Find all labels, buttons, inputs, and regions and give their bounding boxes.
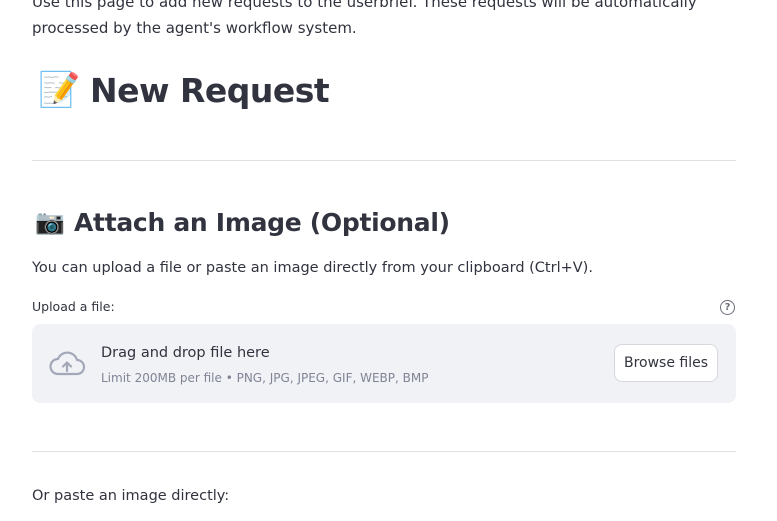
attach-image-heading: 📷 Attach an Image (Optional) (34, 203, 450, 241)
section-divider (32, 451, 736, 452)
section-divider (32, 160, 736, 161)
browse-files-button[interactable]: Browse files (614, 344, 718, 382)
memo-icon: 📝 (38, 70, 81, 110)
new-request-title: New Request (90, 70, 330, 110)
attach-description: You can upload a file or paste an image … (32, 260, 593, 276)
intro-text: Use this page to add new requests to the… (32, 0, 697, 37)
new-request-heading: 📝 New Request (38, 68, 330, 112)
upload-label: Upload a file: (32, 299, 115, 314)
help-circle-icon[interactable]: ? (720, 300, 735, 315)
camera-icon: 📷 (35, 208, 65, 236)
paste-image-label: Or paste an image directly: (32, 488, 230, 504)
dropzone-limit-text: Limit 200MB per file • PNG, JPG, JPEG, G… (101, 371, 429, 385)
page: Use this page to add new requests to the… (0, 0, 777, 521)
dropzone-title: Drag and drop file here (101, 345, 270, 361)
cloud-upload-icon (49, 351, 86, 376)
file-dropzone[interactable]: Drag and drop file here Limit 200MB per … (32, 324, 736, 403)
attach-image-title: Attach an Image (Optional) (74, 207, 450, 237)
